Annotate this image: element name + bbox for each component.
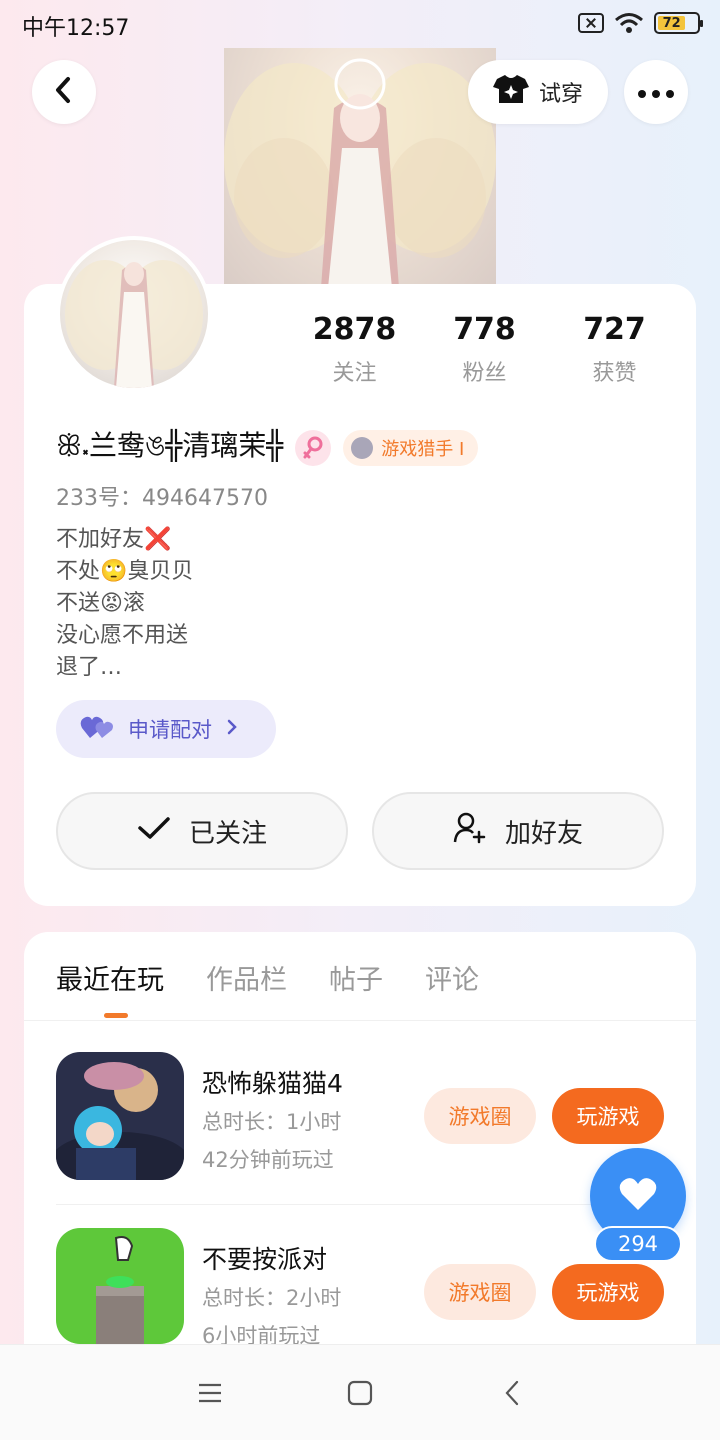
system-nav-bar <box>0 1344 720 1440</box>
more-button[interactable] <box>624 60 688 124</box>
game-title: 不要按派对 <box>202 1245 328 1274</box>
game-circle-button[interactable]: 游戏圈 <box>424 1088 536 1144</box>
add-friend-button[interactable]: 加好友 <box>372 792 664 870</box>
play-game-button[interactable]: 玩游戏 <box>552 1264 664 1320</box>
add-friend-label: 加好友 <box>504 818 583 849</box>
bio-line: 不加好友❌ <box>56 527 172 552</box>
game-title: 恐怖躲猫猫4 <box>202 1069 343 1098</box>
battery-icon: 72 <box>654 12 703 34</box>
follow-label: 已关注 <box>188 818 267 849</box>
wifi-icon <box>614 12 644 34</box>
female-icon <box>295 429 332 466</box>
tryon-label: 试穿 <box>538 82 583 107</box>
double-heart-icon <box>80 714 114 745</box>
tag-icon <box>351 436 374 459</box>
row-divider <box>56 1204 670 1205</box>
username: ꕥ⸼兰鸯ঙ╬清璃茉╬ <box>56 429 284 462</box>
bio-line: 没心愿不用送 <box>56 623 189 648</box>
game-icon[interactable] <box>56 1228 184 1344</box>
stat-label: 获赞 <box>592 361 637 386</box>
status-time: 中午12:57 <box>22 16 130 41</box>
home-square-icon[interactable] <box>340 1375 380 1411</box>
battery-level: 72 <box>658 16 686 31</box>
user-id: 233号：494647570 <box>56 486 268 511</box>
tab-comments[interactable]: 评论 <box>425 958 479 997</box>
tab-indicator <box>104 1013 128 1018</box>
title-tag-badge[interactable]: 游戏猎手 I <box>343 429 479 466</box>
game-last-played: 42分钟前玩过 <box>202 1148 334 1172</box>
stat-likes[interactable]: 727 获赞 <box>549 312 680 387</box>
game-icon[interactable] <box>56 1052 184 1180</box>
tab-works[interactable]: 作品栏 <box>206 958 287 997</box>
tshirt-sparkle-icon <box>492 73 529 111</box>
stat-following[interactable]: 2878 关注 <box>289 312 420 387</box>
status-icons: 72 <box>578 12 703 34</box>
like-count: 294 <box>594 1226 682 1262</box>
check-icon <box>137 815 171 848</box>
tab-posts[interactable]: 帖子 <box>329 958 383 997</box>
chevron-right-icon <box>226 717 238 741</box>
stat-value: 727 <box>583 312 646 347</box>
stat-value: 2878 <box>312 312 397 347</box>
game-row[interactable]: 不要按派对 总时长：2小时 6小时前玩过 游戏圈 玩游戏 <box>56 1228 676 1358</box>
status-bar: 中午12:57 72 <box>0 0 720 48</box>
username-row: ꕥ⸼兰鸯ঙ╬清璃茉╬ 游戏猎手 I <box>56 424 479 471</box>
back-triangle-icon[interactable] <box>492 1375 532 1411</box>
stat-label: 粉丝 <box>462 361 507 386</box>
stat-followers[interactable]: 778 粉丝 <box>419 312 550 387</box>
add-user-icon <box>453 812 487 851</box>
tab-recently-played[interactable]: 最近在玩 <box>56 958 164 997</box>
game-duration: 总时长：1小时 <box>202 1110 342 1134</box>
bio: 不加好友❌ 不处🙄臭贝贝 不送😡滚 没心愿不用送 退了… <box>56 524 193 684</box>
match-request-button[interactable]: 申请配对 <box>56 700 276 758</box>
game-row[interactable]: 恐怖躲猫猫4 总时长：1小时 42分钟前玩过 游戏圈 玩游戏 <box>56 1052 676 1182</box>
game-circle-button[interactable]: 游戏圈 <box>424 1264 536 1320</box>
bio-line: 不送😡滚 <box>56 591 145 616</box>
menu-icon[interactable] <box>190 1375 230 1411</box>
back-button[interactable] <box>32 60 96 124</box>
bio-line: 不处🙄臭贝贝 <box>56 559 194 584</box>
game-duration: 总时长：2小时 <box>202 1286 342 1310</box>
stat-value: 778 <box>453 312 516 347</box>
stat-label: 关注 <box>332 361 377 386</box>
chevron-left-icon <box>52 76 76 108</box>
profile-banner-image <box>224 48 496 288</box>
followed-button[interactable]: 已关注 <box>56 792 348 870</box>
bio-line: 退了… <box>56 655 123 680</box>
profile-tabs: 最近在玩 作品栏 帖子 评论 <box>56 958 479 997</box>
profile-stats: 2878 关注 778 粉丝 727 获赞 <box>290 312 680 387</box>
avatar[interactable] <box>56 236 212 392</box>
heart-icon <box>618 1176 658 1216</box>
tab-divider <box>24 1020 696 1021</box>
tag-label: 游戏猎手 I <box>381 438 465 460</box>
match-label: 申请配对 <box>128 718 212 742</box>
tryon-button[interactable]: 试穿 <box>468 60 608 124</box>
play-game-button[interactable]: 玩游戏 <box>552 1088 664 1144</box>
sim-off-icon <box>578 13 604 33</box>
more-dots-icon <box>638 83 674 102</box>
